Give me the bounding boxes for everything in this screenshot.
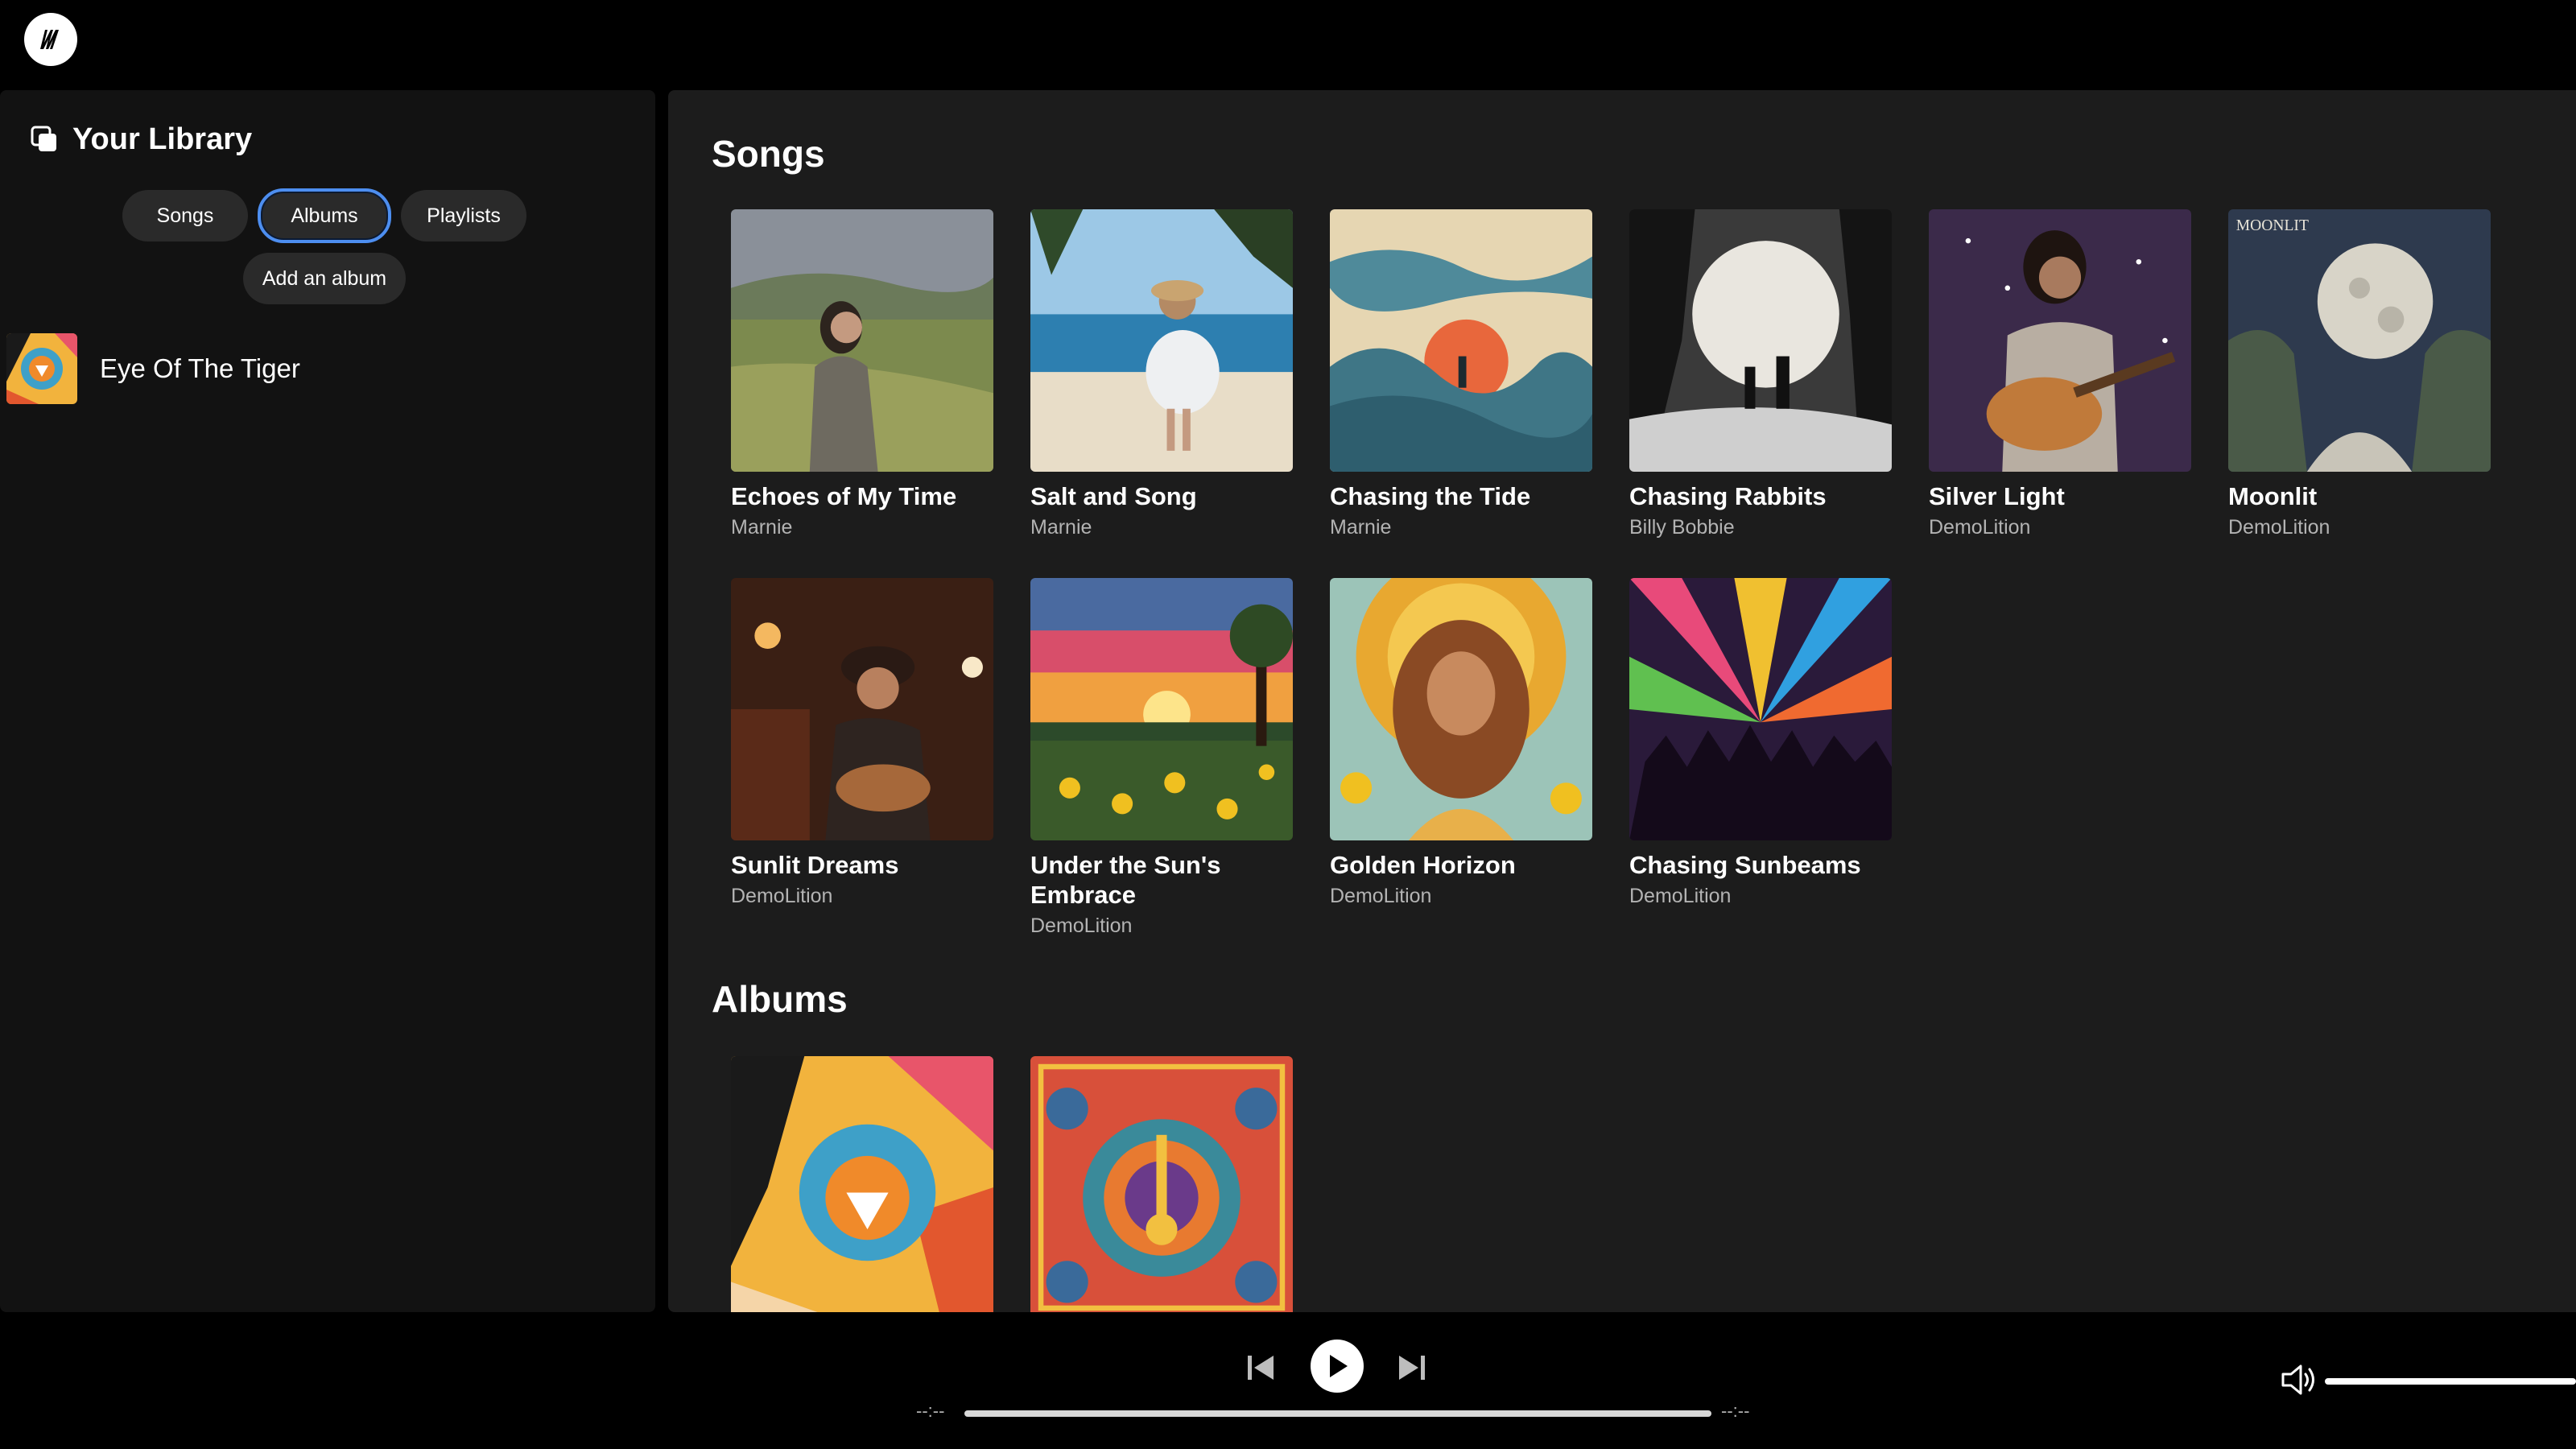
play-icon [1330, 1355, 1348, 1377]
song-title: Echoes of My Time [731, 482, 957, 510]
progress-bar[interactable] [964, 1410, 1711, 1417]
song-card[interactable]: Chasing Sunbeams DemoLition [1629, 578, 1892, 908]
song-cover-image [731, 209, 993, 472]
song-title: Sunlit Dreams [731, 851, 899, 879]
library-header: Your Library [29, 122, 252, 157]
song-card[interactable]: Chasing the Tide Marnie [1330, 209, 1592, 539]
song-card[interactable]: Salt and Song Marnie [1030, 209, 1293, 539]
main-content: Songs Echoes of My Time Marnie Salt and … [668, 90, 2576, 1312]
song-cover-image [1030, 209, 1293, 472]
song-artist: Billy Bobbie [1629, 516, 1735, 539]
song-cover-image [731, 578, 993, 840]
album-card[interactable] [1030, 1056, 1293, 1312]
albums-section-title: Albums [712, 978, 848, 1020]
total-time: --:-- [1721, 1401, 1750, 1421]
song-card[interactable]: Silver Light DemoLition [1929, 209, 2191, 539]
filter-playlists-button[interactable]: Playlists [401, 190, 526, 242]
song-card[interactable]: MOONLIT Moonlit DemoLition [2228, 209, 2491, 539]
song-title: Moonlit [2228, 482, 2318, 510]
volume-icon[interactable] [2280, 1362, 2318, 1397]
library-item-label: Eye Of The Tiger [100, 353, 300, 383]
song-cover-image: MOONLIT [2228, 209, 2491, 472]
play-button[interactable] [1311, 1340, 1364, 1393]
library-icon [31, 126, 56, 151]
song-artist: DemoLition [1629, 885, 1732, 907]
song-card[interactable]: Under the Sun's Embrace DemoLition [1030, 578, 1293, 938]
song-artist: DemoLition [2228, 516, 2330, 539]
song-title: Golden Horizon [1330, 851, 1516, 879]
song-cover-image [1330, 578, 1592, 840]
previous-track-icon[interactable] [1246, 1354, 1275, 1381]
song-artist: Marnie [731, 516, 793, 539]
song-cover-image [1330, 209, 1592, 472]
volume-slider[interactable] [2325, 1378, 2576, 1385]
song-title: Silver Light [1929, 482, 2065, 510]
library-sidebar: Your Library Songs Albums Playlists Add … [0, 90, 655, 1312]
library-item-eye-of-the-tiger[interactable]: Eye Of The Tiger [6, 333, 300, 404]
song-artist: DemoLition [1929, 516, 2031, 539]
next-track-icon[interactable] [1397, 1354, 1426, 1381]
filter-albums-button[interactable]: Albums [258, 188, 391, 243]
song-title: Salt and Song [1030, 482, 1197, 510]
filter-songs-button[interactable]: Songs [122, 190, 248, 242]
songs-section-title: Songs [712, 133, 825, 175]
song-artist: DemoLition [731, 885, 833, 907]
song-cover-image [1030, 578, 1293, 840]
song-card[interactable]: Chasing Rabbits Billy Bobbie [1629, 209, 1892, 539]
player-bar: --:-- --:-- [0, 1314, 2576, 1449]
album-card-eye-of-the-tiger[interactable] [731, 1056, 993, 1312]
song-artist: DemoLition [1330, 885, 1432, 907]
song-artist: Marnie [1030, 516, 1092, 539]
song-cover-image [1929, 209, 2191, 472]
song-artist: DemoLition [1030, 914, 1133, 937]
song-card[interactable]: Sunlit Dreams DemoLition [731, 578, 993, 908]
song-cover-image [1629, 578, 1892, 840]
app-logo-icon[interactable] [24, 13, 77, 66]
library-item-thumbnail [6, 333, 77, 404]
album-cover-image [1030, 1056, 1293, 1312]
add-album-button[interactable]: Add an album [243, 253, 406, 304]
song-title: Under the Sun's Embrace [1030, 851, 1221, 909]
song-title: Chasing Sunbeams [1629, 851, 1861, 879]
top-bar [0, 0, 2576, 89]
library-title: Your Library [72, 122, 253, 156]
elapsed-time: --:-- [916, 1401, 945, 1421]
moonlit-cover-text: MOONLIT [2236, 217, 2309, 234]
song-card[interactable]: Echoes of My Time Marnie [731, 209, 993, 539]
song-cover-image [1629, 209, 1892, 472]
album-cover-image [731, 1056, 993, 1312]
song-artist: Marnie [1330, 516, 1392, 539]
song-title: Chasing Rabbits [1629, 482, 1827, 510]
song-title: Chasing the Tide [1330, 482, 1531, 510]
song-card[interactable]: Golden Horizon DemoLition [1330, 578, 1592, 908]
